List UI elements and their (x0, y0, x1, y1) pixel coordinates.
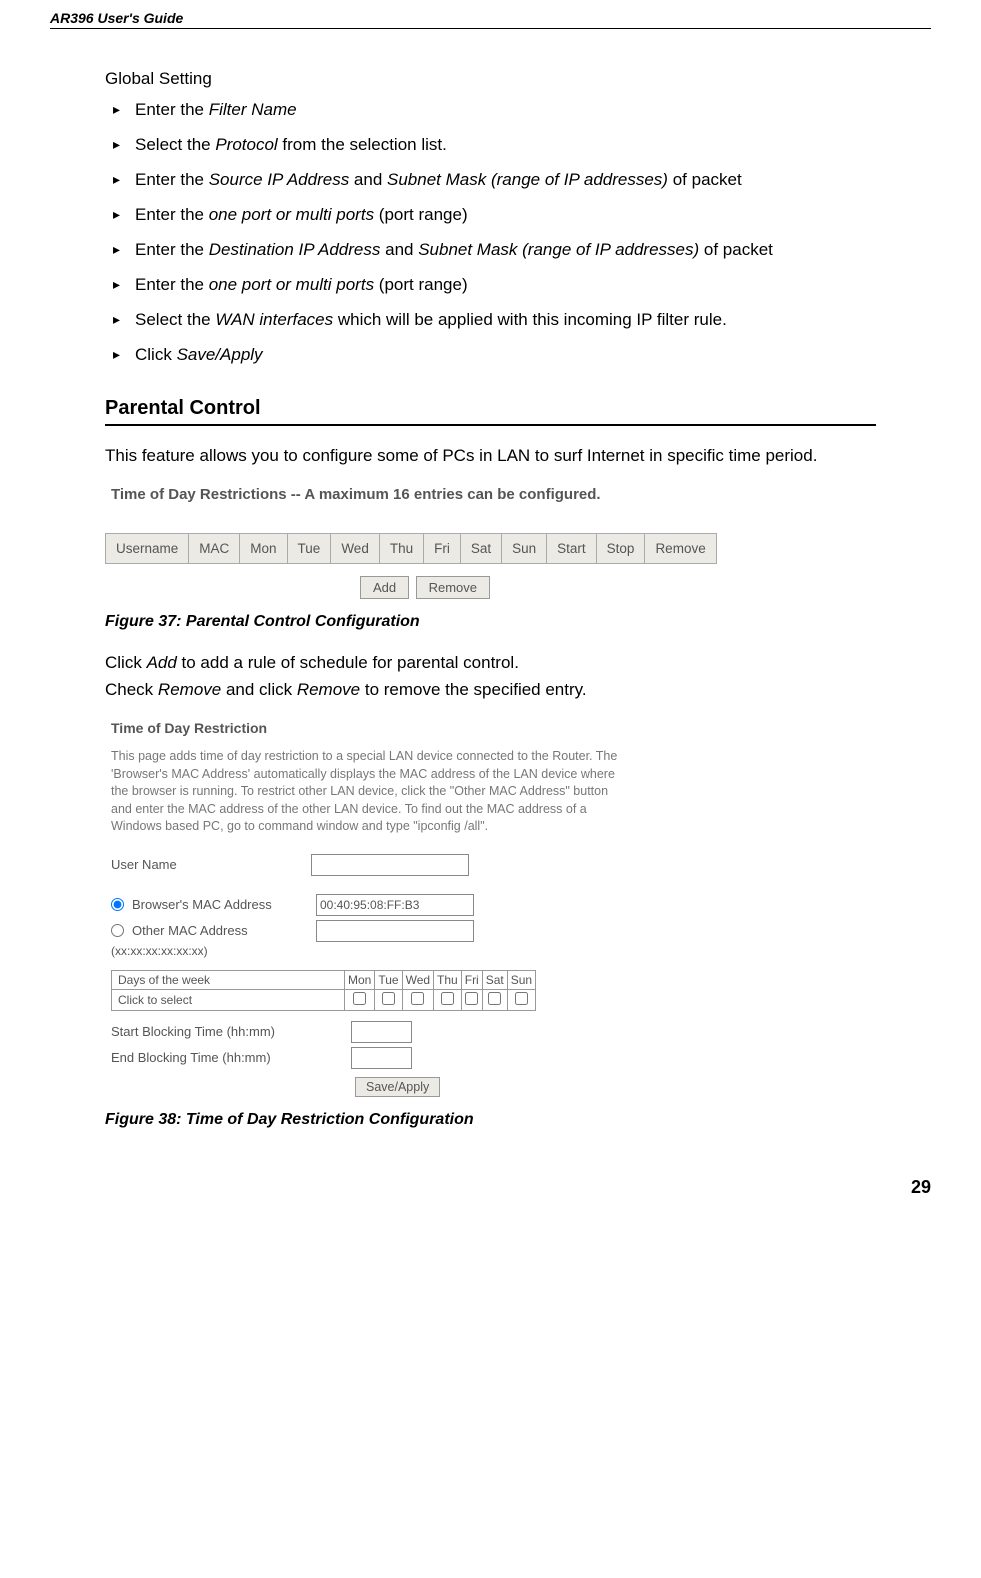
start-time-label: Start Blocking Time (hh:mm) (111, 1024, 351, 1039)
day-checkbox-tue[interactable] (382, 992, 395, 1005)
day-header: Sun (507, 970, 535, 989)
list-item: Enter the Source IP Address and Subnet M… (105, 169, 876, 192)
global-setting-list: Enter the Filter Name Select the Protoco… (105, 99, 876, 367)
user-name-input[interactable] (311, 854, 469, 876)
browsers-mac-input[interactable] (316, 894, 474, 916)
col-header: Fri (424, 534, 461, 564)
parental-control-para: This feature allows you to configure som… (105, 444, 876, 469)
figure-37-caption: Figure 37: Parental Control Configuratio… (105, 613, 876, 631)
add-button[interactable]: Add (360, 576, 409, 599)
figure-38-caption: Figure 38: Time of Day Restriction Confi… (105, 1111, 876, 1129)
list-item: Select the WAN interfaces which will be … (105, 309, 876, 332)
day-checkbox-wed[interactable] (411, 992, 424, 1005)
start-time-input[interactable] (351, 1021, 412, 1043)
mac-format-hint: (xx:xx:xx:xx:xx:xx) (111, 944, 629, 958)
fig37-title: Time of Day Restrictions -- A maximum 16… (111, 486, 876, 503)
instruction-line: Click Add to add a rule of schedule for … (105, 651, 876, 676)
day-checkbox-sat[interactable] (488, 992, 501, 1005)
col-header: Start (547, 534, 597, 564)
fig38-title: Time of Day Restriction (111, 720, 635, 736)
instruction-line: Check Remove and click Remove to remove … (105, 678, 876, 703)
day-header: Sat (482, 970, 507, 989)
day-header: Fri (461, 970, 482, 989)
header-suffix: User's Guide (94, 10, 184, 26)
day-checkbox-sun[interactable] (515, 992, 528, 1005)
day-header: Thu (434, 970, 462, 989)
global-setting-title: Global Setting (105, 69, 876, 89)
end-time-label: End Blocking Time (hh:mm) (111, 1050, 351, 1065)
other-mac-radio[interactable] (111, 924, 124, 937)
col-header: Wed (331, 534, 380, 564)
list-item: Enter the Destination IP Address and Sub… (105, 239, 876, 262)
page-number: 29 (0, 1177, 931, 1198)
col-header: Mon (240, 534, 287, 564)
user-name-label: User Name (111, 857, 311, 872)
browsers-mac-radio[interactable] (111, 898, 124, 911)
col-header: Sun (502, 534, 547, 564)
page-header: AR396 User's Guide (50, 10, 931, 29)
list-item: Enter the one port or multi ports (port … (105, 274, 876, 297)
figure-37: Time of Day Restrictions -- A maximum 16… (105, 486, 876, 599)
col-header: Thu (379, 534, 423, 564)
col-header: Username (106, 534, 189, 564)
figure-38: Time of Day Restriction This page adds t… (105, 720, 635, 1097)
list-item: Click Save/Apply (105, 344, 876, 367)
day-checkbox-fri[interactable] (465, 992, 478, 1005)
other-mac-label: Other MAC Address (132, 923, 316, 938)
other-mac-input[interactable] (316, 920, 474, 942)
col-header: Sat (460, 534, 501, 564)
header-model: AR396 (50, 10, 94, 26)
parental-control-heading: Parental Control (105, 397, 876, 426)
day-checkbox-mon[interactable] (353, 992, 366, 1005)
fig38-description: This page adds time of day restriction t… (111, 748, 629, 836)
col-header: MAC (189, 534, 240, 564)
save-apply-button[interactable]: Save/Apply (355, 1077, 440, 1097)
col-header: Tue (287, 534, 331, 564)
day-header: Wed (402, 970, 433, 989)
list-item: Enter the Filter Name (105, 99, 876, 122)
list-item: Select the Protocol from the selection l… (105, 134, 876, 157)
days-of-week-table: Days of the week Mon Tue Wed Thu Fri Sat… (111, 970, 536, 1011)
day-header: Tue (375, 970, 402, 989)
remove-button[interactable]: Remove (416, 576, 490, 599)
list-item: Enter the one port or multi ports (port … (105, 204, 876, 227)
dow-label: Days of the week (112, 970, 345, 989)
restrictions-table: Username MAC Mon Tue Wed Thu Fri Sat Sun… (105, 533, 717, 564)
browsers-mac-label: Browser's MAC Address (132, 897, 316, 912)
day-checkbox-thu[interactable] (441, 992, 454, 1005)
col-header: Remove (645, 534, 716, 564)
click-to-select-label: Click to select (112, 989, 345, 1010)
col-header: Stop (596, 534, 645, 564)
day-header: Mon (345, 970, 375, 989)
end-time-input[interactable] (351, 1047, 412, 1069)
